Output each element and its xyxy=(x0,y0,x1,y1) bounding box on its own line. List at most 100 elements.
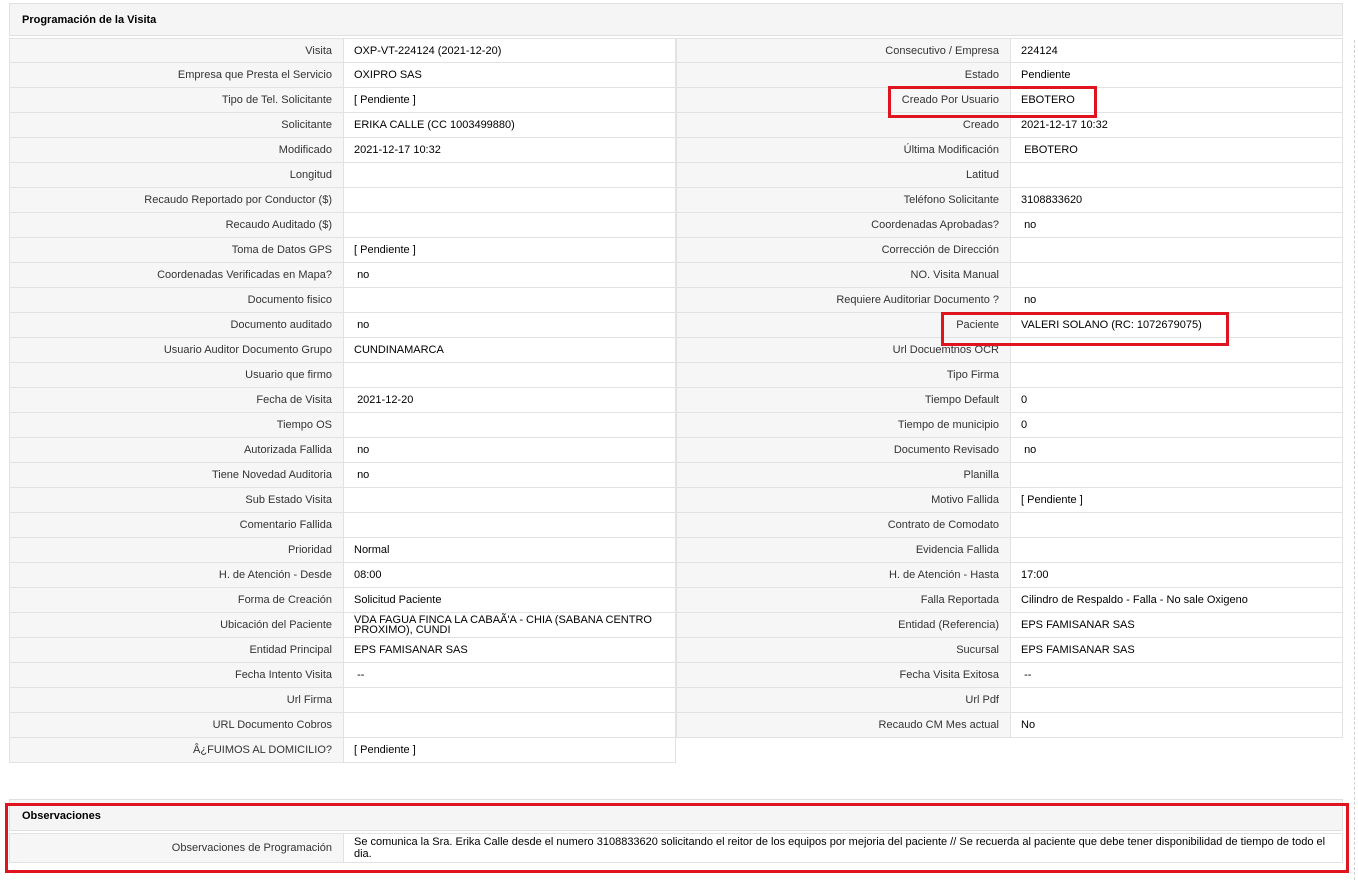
field-value xyxy=(343,163,676,188)
field-label: Coordenadas Verificadas en Mapa? xyxy=(9,263,343,288)
field-value xyxy=(1010,338,1343,363)
field-label: Tiempo OS xyxy=(9,413,343,438)
section-title: Programación de la Visita xyxy=(22,14,157,26)
field-label: Tipo Firma xyxy=(676,363,1010,388)
field-value: Normal xyxy=(343,538,676,563)
field-value: EPS FAMISANAR SAS xyxy=(1010,638,1343,663)
field-label: H. de Atención - Desde xyxy=(9,563,343,588)
field-label: Entidad (Referencia) xyxy=(676,613,1010,638)
field-label: Sub Estado Visita xyxy=(9,488,343,513)
field-label: Url Firma xyxy=(9,688,343,713)
field-value: no xyxy=(1010,213,1343,238)
field-value: 224124 xyxy=(1010,38,1343,63)
field-value: 17:00 xyxy=(1010,563,1343,588)
field-value: OXP-VT-224124 (2021-12-20) xyxy=(343,38,676,63)
field-label: Modificado xyxy=(9,138,343,163)
field-value: Solicitud Paciente xyxy=(343,588,676,613)
field-value: [ Pendiente ] xyxy=(343,238,676,263)
field-label: Recaudo Reportado por Conductor ($) xyxy=(9,188,343,213)
field-label: Creado Por Usuario xyxy=(676,88,1010,113)
field-label: Fecha Visita Exitosa xyxy=(676,663,1010,688)
observaciones-value: Se comunica la Sra. Erika Calle desde el… xyxy=(343,834,1343,862)
field-label: Latitud xyxy=(676,163,1010,188)
field-label: Toma de Datos GPS xyxy=(9,238,343,263)
field-label: URL Documento Cobros xyxy=(9,713,343,738)
visit-details-table: Visita OXP-VT-224124 (2021-12-20) Consecut… xyxy=(9,38,1343,763)
field-value: 0 xyxy=(1010,388,1343,413)
field-label: Solicitante xyxy=(9,113,343,138)
field-value: 0 xyxy=(1010,413,1343,438)
field-label: Empresa que Presta el Servicio xyxy=(9,63,343,88)
field-value: Cilindro de Respaldo - Falla - No sale O… xyxy=(1010,588,1343,613)
field-label: Coordenadas Aprobadas? xyxy=(676,213,1010,238)
field-value xyxy=(343,413,676,438)
field-label: Tipo de Tel. Solicitante xyxy=(9,88,343,113)
field-value: 2021-12-17 10:32 xyxy=(1010,113,1343,138)
field-label: Planilla xyxy=(676,463,1010,488)
field-label: Creado xyxy=(676,113,1010,138)
field-value xyxy=(343,713,676,738)
field-label: Fecha Intento Visita xyxy=(9,663,343,688)
field-label: Url Docuemtnos OCR xyxy=(676,338,1010,363)
field-value: EBOTERO xyxy=(1010,138,1343,163)
field-label: Tiene Novedad Auditoria xyxy=(9,463,343,488)
field-label: Entidad Principal xyxy=(9,638,343,663)
field-value: 08:00 xyxy=(343,563,676,588)
field-label: Motivo Fallida xyxy=(676,488,1010,513)
empty-cell xyxy=(1010,738,1343,763)
field-label: Usuario Auditor Documento Grupo xyxy=(9,338,343,363)
field-value: CUNDINAMARCA xyxy=(343,338,676,363)
field-value: no xyxy=(1010,438,1343,463)
field-label: Tiempo de municipio xyxy=(676,413,1010,438)
field-value: VDA FAGUA FINCA LA CABAÃ'A - CHIA (SABAN… xyxy=(343,613,676,638)
empty-cell xyxy=(676,738,1010,763)
field-label: Comentario Fallida xyxy=(9,513,343,538)
field-value xyxy=(343,213,676,238)
field-label: Fecha de Visita xyxy=(9,388,343,413)
field-value xyxy=(1010,238,1343,263)
field-label: Estado xyxy=(676,63,1010,88)
field-value: -- xyxy=(1010,663,1343,688)
field-label: Falla Reportada xyxy=(676,588,1010,613)
field-label: Requiere Auditoriar Documento ? xyxy=(676,288,1010,313)
field-label: Documento auditado xyxy=(9,313,343,338)
field-value: 2021-12-17 10:32 xyxy=(343,138,676,163)
page-scroll-edge xyxy=(1354,40,1355,880)
field-value xyxy=(343,363,676,388)
field-value: no xyxy=(1010,288,1343,313)
field-value: no xyxy=(343,438,676,463)
field-value: EPS FAMISANAR SAS xyxy=(343,638,676,663)
field-value: no xyxy=(343,263,676,288)
field-label: NO. Visita Manual xyxy=(676,263,1010,288)
field-value: no xyxy=(343,313,676,338)
field-label: Consecutivo / Empresa xyxy=(676,38,1010,63)
field-value: no xyxy=(343,463,676,488)
field-value xyxy=(1010,538,1343,563)
field-label: Recaudo Auditado ($) xyxy=(9,213,343,238)
field-value: EBOTERO xyxy=(1010,88,1343,113)
field-value xyxy=(1010,263,1343,288)
field-label: Documento fisico xyxy=(9,288,343,313)
field-value xyxy=(343,288,676,313)
field-value: Pendiente xyxy=(1010,63,1343,88)
field-value xyxy=(1010,363,1343,388)
field-value: EPS FAMISANAR SAS xyxy=(1010,613,1343,638)
field-label: H. de Atención - Hasta xyxy=(676,563,1010,588)
field-label: Ubicación del Paciente xyxy=(9,613,343,638)
field-label: Evidencia Fallida xyxy=(676,538,1010,563)
observaciones-row: Observaciones de Programación Se comunic… xyxy=(9,833,1343,863)
field-value: 3108833620 xyxy=(1010,188,1343,213)
field-label: Documento Revisado xyxy=(676,438,1010,463)
field-value: No xyxy=(1010,713,1343,738)
field-label: Â¿FUIMOS AL DOMICILIO? xyxy=(9,738,343,763)
field-value: [ Pendiente ] xyxy=(343,88,676,113)
field-value xyxy=(1010,163,1343,188)
field-value xyxy=(343,188,676,213)
field-label: Longitud xyxy=(9,163,343,188)
section-header-programacion: Programación de la Visita xyxy=(9,3,1343,36)
field-label: Última Modificación xyxy=(676,138,1010,163)
field-label: Recaudo CM Mes actual xyxy=(676,713,1010,738)
observaciones-title: Observaciones xyxy=(22,810,101,822)
field-label: Prioridad xyxy=(9,538,343,563)
field-value xyxy=(1010,463,1343,488)
